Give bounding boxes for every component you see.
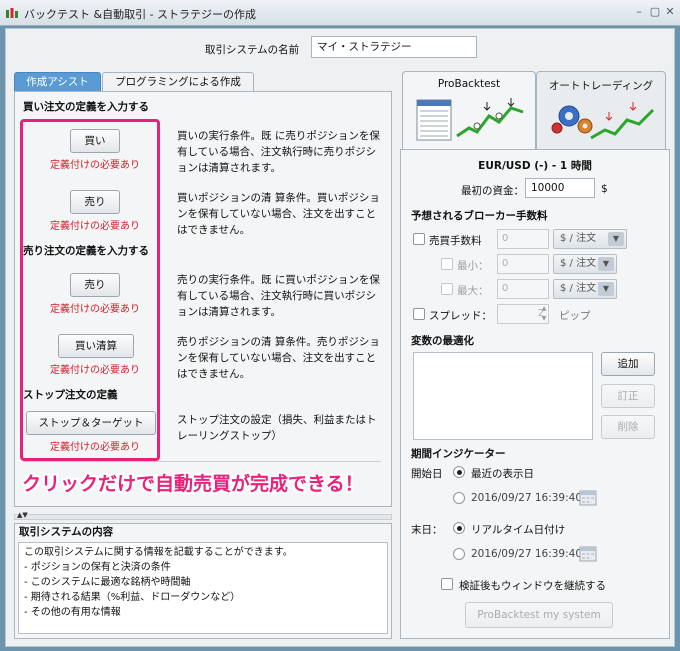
run-backtest-button[interactable]: ProBacktest my system [465, 602, 613, 628]
sell-section-title: 売り注文の定義を入力する [23, 245, 149, 257]
start-custom-date: 2016/09/27 16:39:40 [471, 492, 583, 504]
chevron-down-icon: ▼ [598, 257, 614, 271]
period-title: 期間インジケーター [411, 448, 506, 460]
end-custom-radio[interactable] [453, 548, 465, 560]
app-window: バックテスト &自動取引 - ストラテジーの作成 – ▢ ✕ 取引システムの名前… [0, 0, 680, 651]
min-unit-value: $ / 注文 [560, 258, 597, 269]
commission-label: 売買手数料 [429, 235, 482, 247]
autotrading-gears-icon [551, 102, 655, 140]
start-custom-radio[interactable] [453, 492, 465, 504]
separator [23, 461, 381, 462]
start-recent-label: 最近の表示日 [471, 468, 534, 480]
min-checkbox[interactable] [441, 258, 453, 270]
commission-checkbox[interactable] [413, 233, 425, 245]
system-content-title: 取引システムの内容 [19, 526, 114, 538]
spread-checkbox[interactable] [413, 308, 425, 320]
buy-close-description: 売りポジションの清 算条件。売りポジションを保有していない場合、注文を出すことは… [177, 336, 380, 380]
keep-window-label: 検証後もウィンドウを継続する [459, 580, 606, 592]
content-line: - このシステムに最適な銘柄や時間軸 [24, 577, 191, 588]
max-label: 最大： [457, 285, 489, 297]
broker-fees-title: 予想されるブローカー手数料 [411, 210, 548, 222]
min-unit-select[interactable]: $ / 注文 ▼ [553, 254, 617, 274]
system-name-input[interactable]: マイ・ストラテジー [311, 36, 477, 58]
assistant-panel: 買い注文の定義を入力する 買い 定義付けの必要あり 買いの実行条件。既 に売りポ… [14, 91, 392, 507]
delete-variable-button[interactable]: 削除 [601, 415, 655, 439]
min-input[interactable]: 0 [497, 254, 549, 274]
system-content-textarea[interactable]: この取引システムに関する情報を記載することができます。 - ポジションの保有と決… [18, 542, 388, 634]
stop-description: ストップ注文の設定（損失、利益またはトレーリングストップ） [177, 414, 377, 442]
commission-unit-value: $ / 注文 [560, 233, 597, 244]
dialog-body: 取引システムの名前 マイ・ストラテジー 作成アシスト プログラミングによる作成 … [5, 28, 675, 647]
capital-input[interactable]: 10000 [525, 178, 595, 198]
capital-unit: $ [601, 183, 608, 195]
instrument-label: EUR/USD (-) - 1 時間 [478, 160, 592, 172]
minimize-icon[interactable]: – [632, 5, 646, 19]
spread-spinner-icon[interactable]: ▲ ▼ [539, 304, 549, 324]
content-line: - その他の有用な情報 [24, 607, 121, 618]
spread-label: スプレッド： [429, 310, 492, 322]
close-icon[interactable]: ✕ [663, 5, 677, 19]
chevron-down-icon: ▼ [608, 232, 624, 246]
end-custom-date: 2016/09/27 16:39:40 [471, 548, 583, 560]
title-bar: バックテスト &自動取引 - ストラテジーの作成 – ▢ ✕ [0, 0, 680, 26]
tab-probacktest-label: ProBacktest [437, 78, 501, 90]
buy-close-button[interactable]: 買い清算 [58, 334, 134, 358]
backtest-chart-icon [416, 98, 524, 141]
buy-required-text: 定義付けの必要あり [50, 160, 140, 171]
tab-programming[interactable]: プログラミングによる作成 [102, 72, 254, 92]
commission-input[interactable]: 0 [497, 229, 549, 249]
system-name-label: 取引システムの名前 [205, 44, 300, 56]
sell-close-required-text: 定義付けの必要あり [50, 221, 140, 232]
start-recent-radio[interactable] [453, 466, 465, 478]
end-realtime-radio[interactable] [453, 522, 465, 534]
promo-banner: クリックだけで自動売買が完成できる！ [22, 473, 364, 495]
splitter-arrows-icon[interactable]: ▲▼ [17, 511, 28, 519]
min-label: 最小： [457, 260, 489, 272]
tab-assistant[interactable]: 作成アシスト [14, 72, 101, 92]
start-date-label: 開始日 [411, 468, 443, 480]
tab-autotrading[interactable]: オートトレーディング [536, 71, 666, 149]
buy-button[interactable]: 買い [70, 129, 120, 153]
app-logo-icon [6, 8, 18, 18]
probacktest-panel: EUR/USD (-) - 1 時間 最初の資金： 10000 $ 予想されるブ… [400, 149, 670, 639]
buy-section-title: 買い注文の定義を入力する [23, 101, 149, 113]
max-input[interactable]: 0 [497, 279, 549, 299]
commission-unit-select[interactable]: $ / 注文 ▼ [553, 229, 627, 249]
stop-target-button[interactable]: ストップ＆ターゲット [26, 411, 156, 435]
sell-close-description: 買いポジションの清 算条件。買いポジションを保有していない場合、注文を出すことは… [177, 192, 380, 236]
content-line: この取引システムに関する情報を記載することができます。 [24, 547, 293, 558]
buy-description: 買いの実行条件。既 に売りポジションを保有している場合、注文執行時に売りポジショ… [177, 130, 380, 174]
system-content-panel: 取引システムの内容 この取引システムに関する情報を記載することができます。 - … [14, 523, 392, 639]
spread-unit: ピップ [559, 310, 591, 322]
sell-required-text: 定義付けの必要あり [50, 304, 140, 315]
content-line: - 期待される結果（%利益、ドローダウンなど） [24, 592, 241, 603]
end-date-label: 末日： [411, 524, 443, 536]
keep-window-checkbox[interactable] [441, 578, 453, 590]
capital-label: 最初の資金： [461, 185, 524, 197]
end-calendar-icon[interactable] [579, 544, 597, 562]
stop-section-title: ストップ注文の定義 [23, 389, 118, 401]
max-checkbox[interactable] [441, 283, 453, 295]
optimization-title: 変数の最適化 [411, 335, 474, 347]
optimization-variables-list[interactable] [413, 352, 593, 440]
add-variable-button[interactable]: 追加 [601, 352, 655, 376]
sell-close-button[interactable]: 売り [70, 190, 120, 214]
end-realtime-label: リアルタイム日付け [471, 524, 566, 536]
sell-button[interactable]: 売り [70, 273, 120, 297]
stop-required-text: 定義付けの必要あり [50, 442, 140, 453]
max-unit-select[interactable]: $ / 注文 ▼ [553, 279, 617, 299]
chevron-down-icon: ▼ [598, 282, 614, 296]
window-title: バックテスト &自動取引 - ストラテジーの作成 [24, 8, 257, 21]
tab-autotrading-label: オートトレーディング [548, 80, 654, 92]
splitter[interactable]: ▲▼ [14, 511, 392, 520]
maximize-icon[interactable]: ▢ [648, 5, 662, 19]
max-unit-value: $ / 注文 [560, 283, 597, 294]
tab-probacktest[interactable]: ProBacktest [402, 71, 536, 151]
edit-variable-button[interactable]: 訂正 [601, 384, 655, 408]
sell-description: 売りの実行条件。既 に買いポジションを保有している場合、注文執行時に買いポジショ… [177, 274, 380, 318]
start-calendar-icon[interactable] [579, 488, 597, 506]
buy-close-required-text: 定義付けの必要あり [50, 365, 140, 376]
content-line: - ポジションの保有と決済の条件 [24, 562, 171, 573]
